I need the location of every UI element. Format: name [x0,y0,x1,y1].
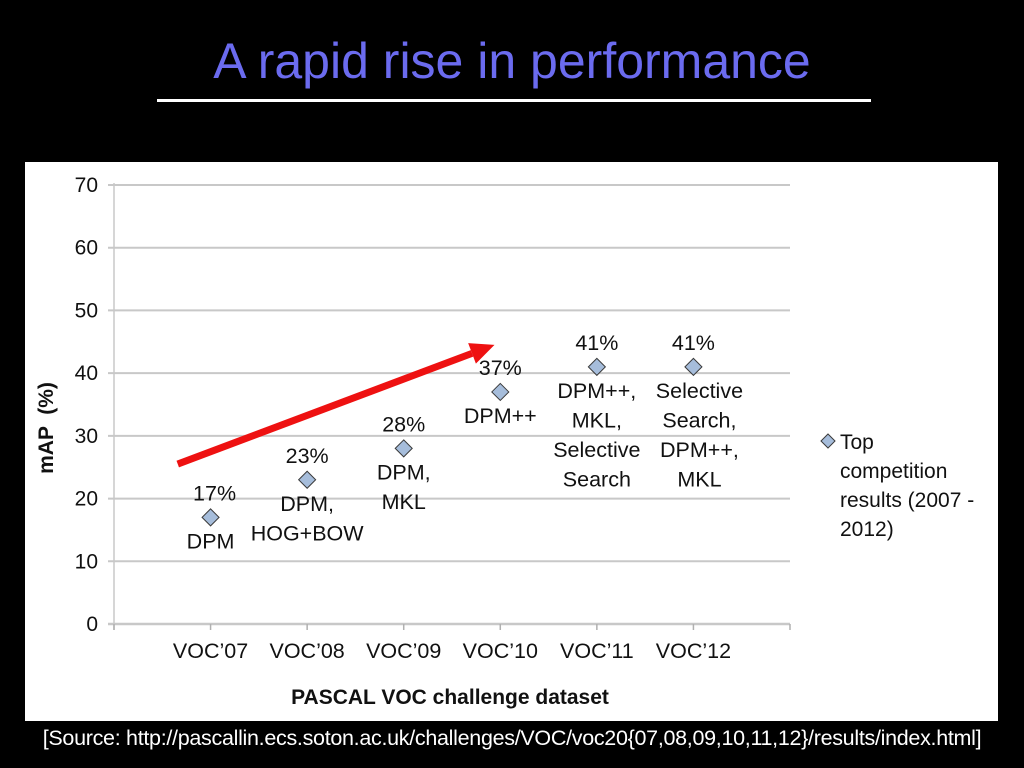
y-tick-label: 70 [75,174,98,197]
method-label: Search, [662,408,736,432]
y-tick-labels: 0 10 20 30 40 50 60 70 [75,174,98,636]
source-citation: [Source: http://pascallin.ecs.soton.ac.u… [42,726,982,750]
value-label: 41% [672,331,715,355]
method-label: MKL, [572,408,622,432]
y-axis-title: mAP (%) [35,382,58,474]
value-label: 41% [575,331,618,355]
method-label: Search [563,467,631,491]
slide-title: A rapid rise in performance [213,33,811,89]
method-label: HOG+BOW [251,521,365,545]
value-label: 28% [382,412,425,436]
method-label: DPM [187,529,235,553]
x-tick-label: VOC’09 [366,639,441,663]
legend-label: results (2007 - [840,489,974,512]
value-label: 23% [286,444,329,468]
x-tick-label: VOC’08 [269,639,344,663]
y-tick-label: 40 [75,362,98,385]
value-label: 17% [193,481,236,505]
x-tick-label: VOC’12 [656,639,731,663]
legend-label: 2012) [840,518,894,541]
axes [108,183,791,630]
y-tick-label: 50 [75,299,98,322]
method-label: DPM, [280,492,334,516]
data-labels: 17% DPM 23% DPM, HOG+BOW 28% DPM, MKL 37% DPM++ 41… [187,331,743,554]
method-label: DPM++, [660,438,739,462]
scatter-chart: 0 10 20 30 40 50 60 70 VOC’07 VOC’08 VOC’09 VOC’10… [35,174,974,709]
legend-marker-icon [820,433,836,449]
trend-arrow [176,343,495,468]
y-tick-label: 60 [75,237,98,260]
data-point [201,508,220,527]
y-tick-label: 20 [75,488,98,511]
legend-label: Top [840,431,874,454]
chart-panel: 0 10 20 30 40 50 60 70 VOC’07 VOC’08 VOC’09 VOC’10… [25,162,998,721]
method-label: Selective [553,438,640,462]
y-tick-label: 0 [86,613,98,636]
legend: Top competition results (2007 - 2012) [820,431,974,541]
legend-label: competition [840,460,947,483]
data-point [297,470,317,489]
data-point [491,382,510,402]
y-tick-label: 10 [75,550,98,573]
method-label: Selective [656,379,743,403]
method-label: DPM++, [557,379,636,403]
data-point [394,439,413,458]
value-label: 37% [479,356,522,380]
method-label: MKL [677,467,721,491]
method-label: MKL [382,490,426,514]
x-tick-label: VOC’07 [173,639,248,663]
x-axis-title: PASCAL VOC challenge dataset [291,686,609,709]
title-underline [157,99,871,102]
x-tick-label: VOC’11 [560,639,634,663]
method-label: DPM, [377,460,431,484]
method-label: DPM++ [464,404,537,428]
x-tick-label: VOC’10 [463,639,538,663]
y-tick-label: 30 [75,425,98,448]
x-tick-labels: VOC’07 VOC’08 VOC’09 VOC’10 VOC’11 VOC’12 [173,639,731,663]
